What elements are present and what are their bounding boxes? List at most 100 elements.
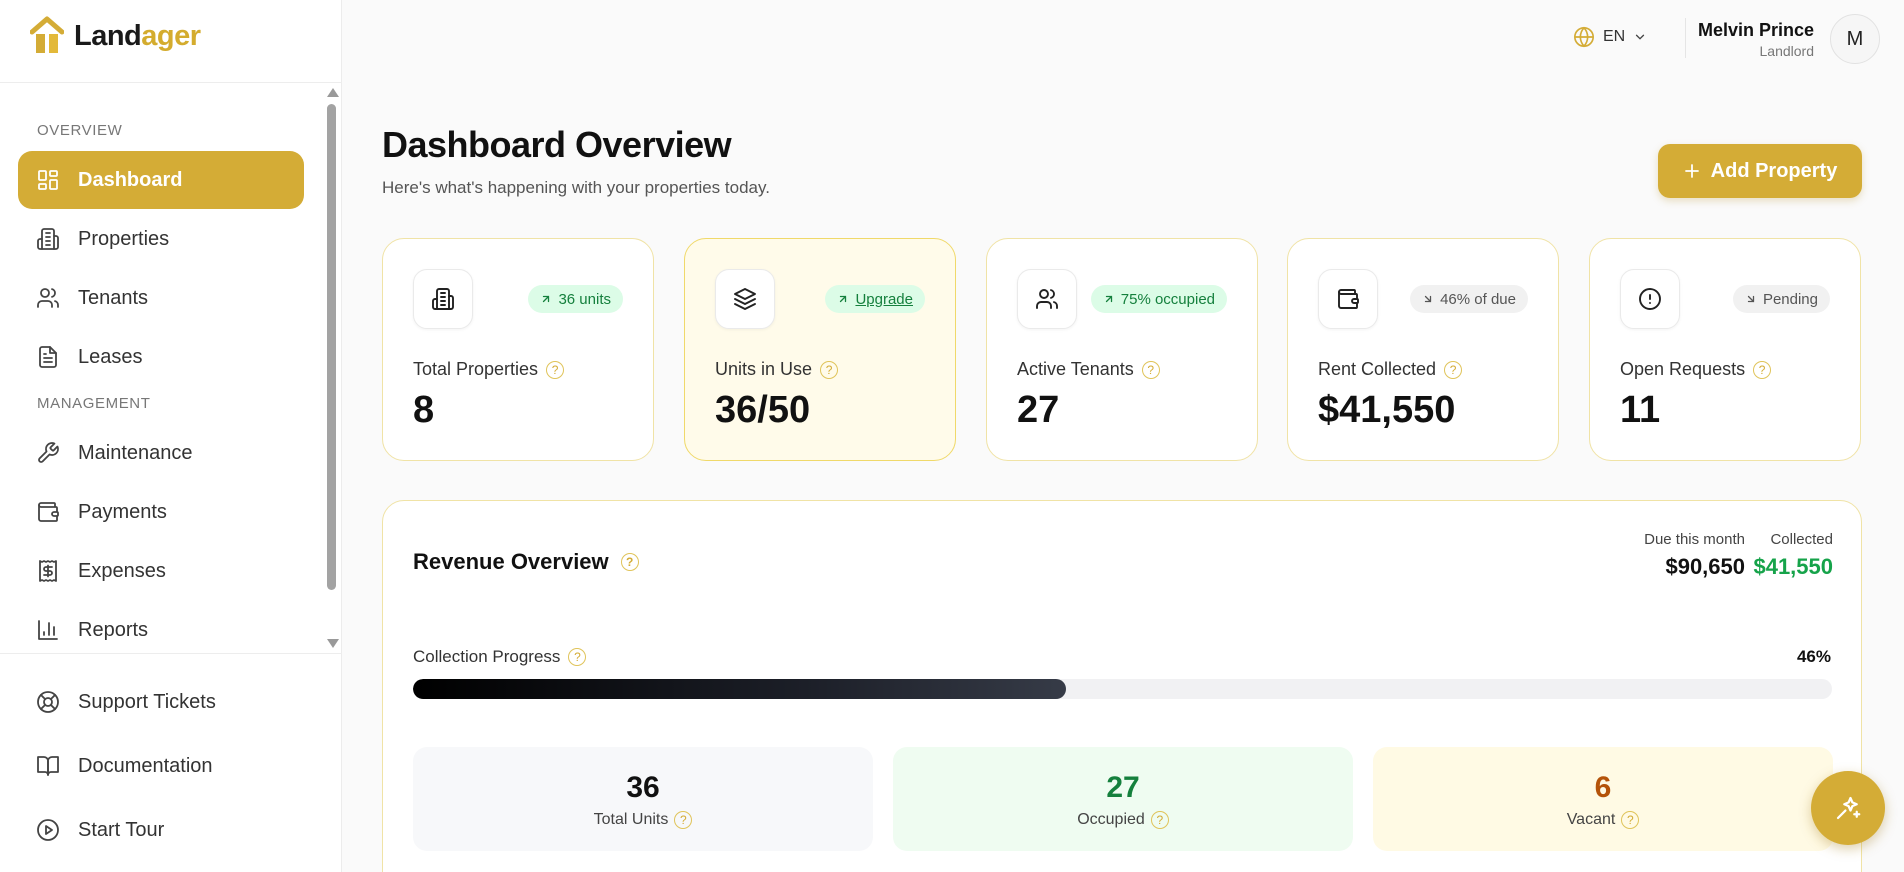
help-icon[interactable]: ? xyxy=(1444,360,1463,379)
user-name: Melvin Prince xyxy=(1697,20,1814,40)
plus-icon xyxy=(1684,164,1699,178)
alert-circle-icon xyxy=(1639,288,1661,310)
sidebar-item-label: Dashboard xyxy=(78,168,183,191)
arrow-up-right-icon xyxy=(1105,295,1112,303)
badge-text: 36 units xyxy=(558,290,611,308)
progress-bar-fill xyxy=(413,679,1066,699)
page-title: Dashboard Overview xyxy=(382,124,732,165)
trend-badge: 46% of due xyxy=(1410,285,1528,313)
play-circle-icon xyxy=(37,819,59,841)
page-subtitle: Here's what's happening with your proper… xyxy=(382,178,770,197)
scroll-down-arrow-icon[interactable] xyxy=(327,639,339,648)
stat-label: Vacant? xyxy=(1373,811,1833,829)
upgrade-link[interactable]: Upgrade xyxy=(855,291,913,308)
sidebar-item-label: Properties xyxy=(78,227,170,250)
card-icon xyxy=(1318,269,1378,329)
chevron-down-icon xyxy=(1636,34,1645,40)
sidebar-nav[interactable]: OVERVIEW Dashboard Properties Tenants Le… xyxy=(0,83,342,653)
receipt-icon xyxy=(39,560,57,582)
collected: Collected $41,550 xyxy=(1743,531,1833,580)
sidebar-item-expenses[interactable]: Expenses xyxy=(18,542,304,600)
stat-vacant: 6 Vacant? xyxy=(1373,747,1833,851)
sidebar-item-label: Start Tour xyxy=(78,818,165,841)
stat-card-total-properties: 36 units Total Properties ? 8 xyxy=(382,238,654,461)
sidebar-item-label: Support Tickets xyxy=(78,690,216,713)
help-icon[interactable]: ? xyxy=(1753,360,1772,379)
bar-chart-icon xyxy=(38,620,58,640)
dashboard-icon xyxy=(38,170,58,190)
stat-value: 36 xyxy=(626,771,660,804)
arrow-up-right-icon xyxy=(543,295,550,303)
avatar[interactable]: M xyxy=(1830,14,1880,64)
revenue-title-text: Revenue Overview xyxy=(413,549,609,574)
card-icon xyxy=(1620,269,1680,329)
trend-badge: 75% occupied xyxy=(1090,285,1227,313)
section-management: MANAGEMENT xyxy=(37,395,151,412)
sidebar-item-leases[interactable]: Leases xyxy=(18,328,304,386)
help-icon[interactable]: ? xyxy=(620,553,639,571)
sidebar-item-label: Leases xyxy=(78,345,143,368)
collected-label: Collected xyxy=(1770,531,1833,548)
stat-label: Occupied? xyxy=(893,811,1353,829)
card-label-text: Total Properties xyxy=(413,359,539,379)
card-value: 27 xyxy=(1017,389,1060,431)
card-value: 8 xyxy=(413,389,435,431)
logo[interactable]: Landager xyxy=(30,16,201,56)
ai-assistant-button[interactable] xyxy=(1811,771,1885,845)
card-label-text: Units in Use xyxy=(715,359,813,379)
scrollbar-thumb[interactable] xyxy=(327,104,336,590)
sidebar-item-maintenance[interactable]: Maintenance xyxy=(18,424,304,482)
wrench-icon xyxy=(38,442,59,463)
wallet-icon xyxy=(38,502,59,522)
user-info[interactable]: Melvin Prince Landlord xyxy=(1698,20,1814,59)
language-label: EN xyxy=(1603,28,1626,45)
layers-icon xyxy=(734,288,756,310)
revenue-title: Revenue Overview ? xyxy=(413,549,639,575)
help-icon[interactable]: ? xyxy=(1621,811,1640,829)
globe-icon xyxy=(1574,26,1594,48)
sidebar-item-start-tour[interactable]: Start Tour xyxy=(18,801,304,859)
trend-badge: 36 units xyxy=(528,285,623,313)
help-icon[interactable]: ? xyxy=(674,811,693,829)
collection-progress-label: Collection Progress ? xyxy=(413,647,587,667)
stat-total-units: 36 Total Units? xyxy=(413,747,873,851)
sidebar-item-label: Documentation xyxy=(78,754,213,777)
brand-name: Landager xyxy=(74,20,201,53)
help-icon[interactable]: ? xyxy=(1150,811,1169,829)
sidebar-item-tenants[interactable]: Tenants xyxy=(18,269,304,327)
card-label-text: Rent Collected xyxy=(1318,359,1437,379)
collection-progress-percent: 46% xyxy=(1796,647,1831,666)
arrow-down-right-icon xyxy=(1424,295,1432,303)
sidebar-item-documentation[interactable]: Documentation xyxy=(18,737,304,795)
scroll-up-arrow-icon[interactable] xyxy=(327,88,339,97)
sidebar-item-reports[interactable]: Reports xyxy=(18,601,304,653)
divider xyxy=(1685,18,1686,58)
sidebar-item-dashboard[interactable]: Dashboard xyxy=(18,151,304,209)
user-role: Landlord xyxy=(1759,43,1815,59)
sidebar-item-properties[interactable]: Properties xyxy=(18,210,304,268)
lifebuoy-icon xyxy=(37,691,59,713)
sidebar-scrollbar[interactable] xyxy=(326,88,339,648)
badge-text: Pending xyxy=(1762,290,1818,308)
upgrade-badge[interactable]: Upgrade xyxy=(825,285,925,313)
stat-card-units-in-use: Upgrade Units in Use ? 36/50 xyxy=(684,238,956,461)
sidebar-item-payments[interactable]: Payments xyxy=(18,483,304,541)
sidebar-item-support-tickets[interactable]: Support Tickets xyxy=(18,673,304,731)
sidebar-item-label: Maintenance xyxy=(78,441,193,464)
divider xyxy=(0,653,342,654)
stat-label-text: Total Units xyxy=(593,811,669,828)
collection-progress-text: Collection Progress xyxy=(413,647,561,666)
card-icon xyxy=(413,269,473,329)
add-property-button[interactable]: Add Property xyxy=(1658,144,1862,198)
help-icon[interactable]: ? xyxy=(546,360,565,379)
stat-occupied: 27 Occupied? xyxy=(893,747,1353,851)
help-icon[interactable]: ? xyxy=(568,648,587,666)
language-selector[interactable]: EN xyxy=(1573,26,1647,48)
help-icon[interactable]: ? xyxy=(820,360,839,379)
help-icon[interactable]: ? xyxy=(1141,360,1160,379)
sidebar: Landager OVERVIEW Dashboard Properties T… xyxy=(0,0,342,872)
building-icon xyxy=(432,288,454,310)
document-icon xyxy=(39,346,57,368)
due-value: $90,650 xyxy=(1665,554,1745,579)
building-icon xyxy=(37,228,59,250)
